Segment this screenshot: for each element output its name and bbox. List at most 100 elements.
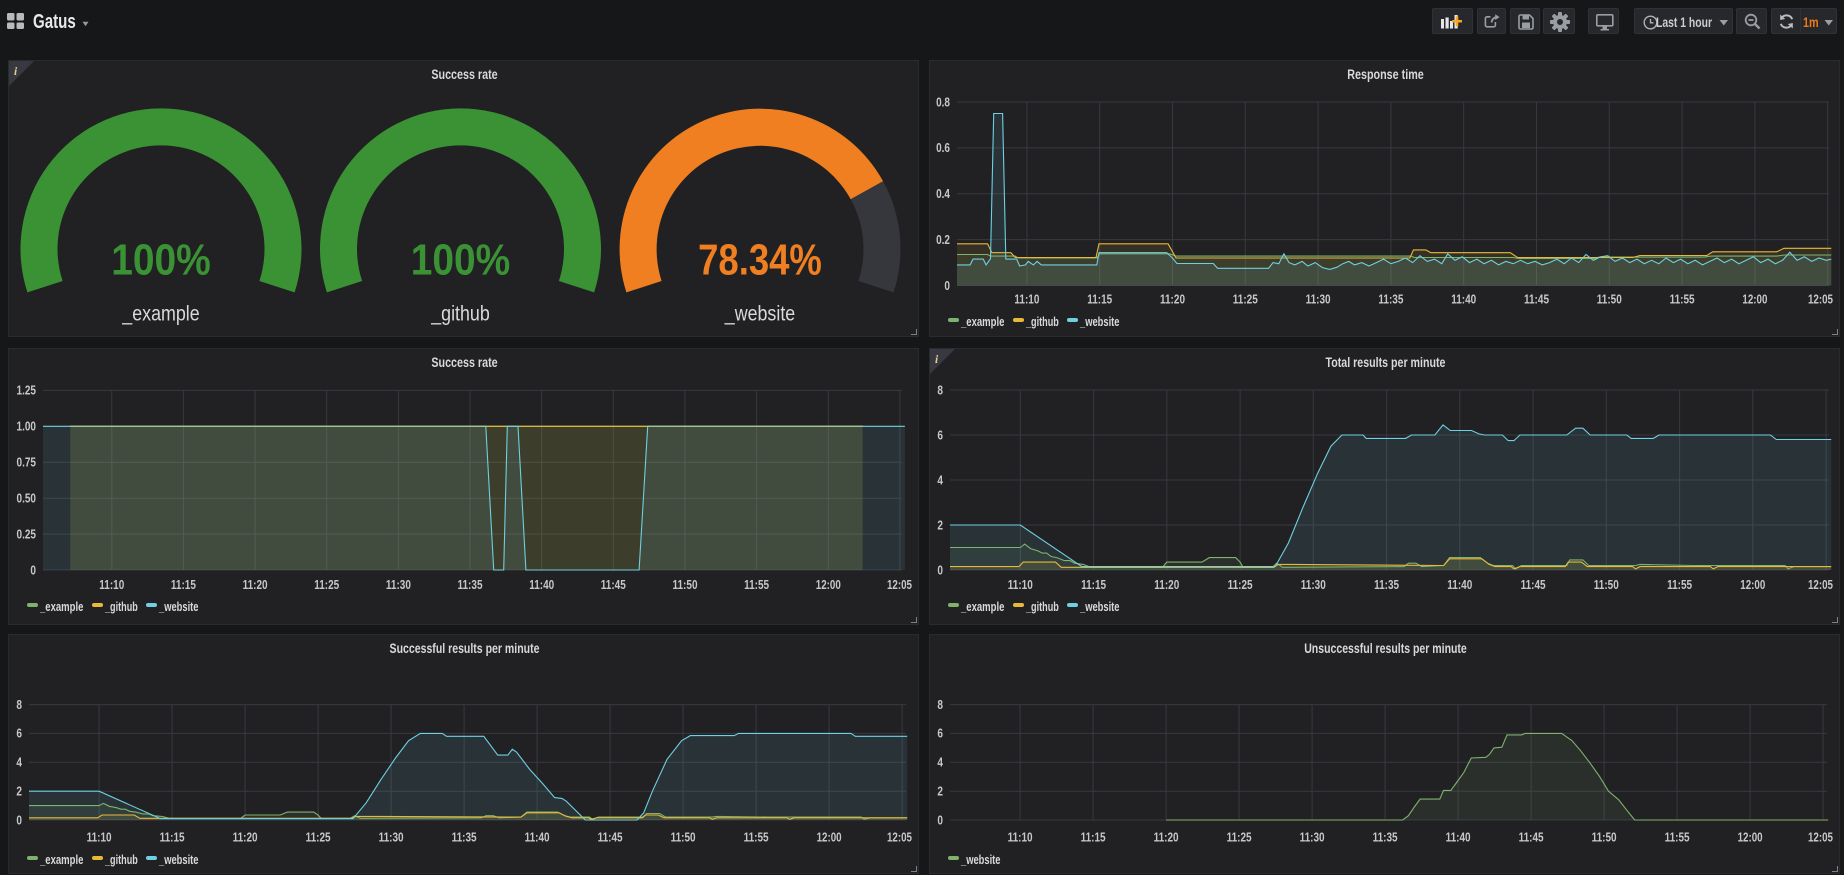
svg-text:_website: _website xyxy=(1079,315,1119,329)
svg-text:_website: _website xyxy=(158,600,198,614)
svg-text:11:25: 11:25 xyxy=(306,831,331,845)
svg-text:0.50: 0.50 xyxy=(17,492,37,506)
svg-text:11:10: 11:10 xyxy=(1008,578,1033,592)
svg-text:11:20: 11:20 xyxy=(1154,578,1179,592)
svg-text:0: 0 xyxy=(937,563,943,577)
svg-text:11:45: 11:45 xyxy=(1519,831,1544,845)
svg-text:11:10: 11:10 xyxy=(87,831,112,845)
svg-text:_github: _github xyxy=(1025,600,1059,614)
svg-text:11:40: 11:40 xyxy=(1446,831,1471,845)
svg-text:11:45: 11:45 xyxy=(1521,578,1546,592)
svg-text:11:15: 11:15 xyxy=(1081,831,1106,845)
svg-text:12:00: 12:00 xyxy=(816,578,841,592)
svg-text:11:35: 11:35 xyxy=(452,831,477,845)
svg-text:12:00: 12:00 xyxy=(1742,293,1767,307)
svg-text:4: 4 xyxy=(937,473,943,487)
svg-text:_github: _github xyxy=(430,303,489,326)
svg-text:1.25: 1.25 xyxy=(17,384,37,398)
svg-text:12:05: 12:05 xyxy=(1808,293,1833,307)
svg-text:11:25: 11:25 xyxy=(1233,293,1258,307)
svg-text:11:20: 11:20 xyxy=(243,578,268,592)
svg-text:11:15: 11:15 xyxy=(171,578,196,592)
svg-text:11:15: 11:15 xyxy=(160,831,185,845)
svg-text:_website: _website xyxy=(724,303,795,326)
svg-text:_website: _website xyxy=(1079,600,1119,614)
svg-text:2: 2 xyxy=(16,785,22,799)
svg-text:100%: 100% xyxy=(411,236,511,285)
svg-text:11:25: 11:25 xyxy=(1227,831,1252,845)
svg-text:11:10: 11:10 xyxy=(1008,831,1033,845)
svg-text:8: 8 xyxy=(937,698,943,712)
svg-text:11:50: 11:50 xyxy=(1592,831,1617,845)
svg-text:0.6: 0.6 xyxy=(936,141,950,155)
svg-text:78.34%: 78.34% xyxy=(698,236,822,285)
svg-text:11:20: 11:20 xyxy=(1160,293,1185,307)
svg-text:_github: _github xyxy=(1025,315,1059,329)
svg-text:11:30: 11:30 xyxy=(379,831,404,845)
svg-text:Gatus: Gatus xyxy=(33,11,76,33)
svg-text:Successful results per minute: Successful results per minute xyxy=(390,641,540,656)
svg-text:12:05: 12:05 xyxy=(1808,831,1833,845)
svg-text:8: 8 xyxy=(937,383,943,397)
svg-text:2: 2 xyxy=(937,785,943,799)
svg-text:11:35: 11:35 xyxy=(458,578,483,592)
svg-text:11:50: 11:50 xyxy=(673,578,698,592)
svg-text:11:50: 11:50 xyxy=(1594,578,1619,592)
svg-text:11:45: 11:45 xyxy=(601,578,626,592)
svg-text:11:15: 11:15 xyxy=(1081,578,1106,592)
svg-text:12:05: 12:05 xyxy=(887,831,912,845)
svg-text:11:10: 11:10 xyxy=(1014,293,1039,307)
svg-text:12:05: 12:05 xyxy=(887,578,912,592)
svg-text:11:30: 11:30 xyxy=(1300,831,1325,845)
svg-text:11:35: 11:35 xyxy=(1373,831,1398,845)
svg-text:11:15: 11:15 xyxy=(1087,293,1112,307)
svg-text:11:10: 11:10 xyxy=(99,578,124,592)
svg-text:11:25: 11:25 xyxy=(314,578,339,592)
svg-text:_example: _example xyxy=(39,600,83,614)
svg-text:0.75: 0.75 xyxy=(17,456,37,470)
svg-text:11:45: 11:45 xyxy=(598,831,623,845)
svg-text:0.25: 0.25 xyxy=(17,527,37,541)
svg-text:Response time: Response time xyxy=(1347,67,1424,82)
svg-text:_example: _example xyxy=(960,600,1004,614)
svg-text:6: 6 xyxy=(937,428,943,442)
svg-text:11:45: 11:45 xyxy=(1524,293,1549,307)
svg-text:Success rate: Success rate xyxy=(431,67,498,82)
svg-text:0.2: 0.2 xyxy=(936,233,950,247)
svg-text:_example: _example xyxy=(960,315,1004,329)
svg-text:11:20: 11:20 xyxy=(1154,831,1179,845)
svg-text:Unsuccessful results per minut: Unsuccessful results per minute xyxy=(1304,641,1467,656)
svg-text:0.8: 0.8 xyxy=(936,95,950,109)
svg-text:8: 8 xyxy=(16,698,22,712)
svg-text:0: 0 xyxy=(937,813,943,827)
svg-text:12:00: 12:00 xyxy=(1740,578,1765,592)
svg-text:2: 2 xyxy=(937,518,943,532)
svg-text:100%: 100% xyxy=(111,236,211,285)
svg-text:_website: _website xyxy=(158,853,198,867)
svg-text:12:05: 12:05 xyxy=(1808,578,1833,592)
svg-text:1m: 1m xyxy=(1803,14,1819,30)
svg-text:1.00: 1.00 xyxy=(17,420,37,434)
svg-text:11:25: 11:25 xyxy=(1228,578,1253,592)
svg-text:0: 0 xyxy=(16,813,22,827)
svg-text:11:40: 11:40 xyxy=(529,578,554,592)
svg-text:12:00: 12:00 xyxy=(1738,831,1763,845)
svg-text:11:50: 11:50 xyxy=(671,831,696,845)
svg-text:_website: _website xyxy=(960,853,1000,867)
svg-text:0.4: 0.4 xyxy=(936,187,950,201)
svg-text:11:55: 11:55 xyxy=(744,831,769,845)
svg-text:11:30: 11:30 xyxy=(386,578,411,592)
svg-text:4: 4 xyxy=(16,756,22,770)
svg-text:11:35: 11:35 xyxy=(1378,293,1403,307)
svg-text:11:30: 11:30 xyxy=(1301,578,1326,592)
svg-text:Total results per minute: Total results per minute xyxy=(1326,355,1446,370)
svg-text:_github: _github xyxy=(104,853,138,867)
svg-text:0: 0 xyxy=(944,279,950,293)
svg-text:11:55: 11:55 xyxy=(1670,293,1695,307)
svg-text:11:55: 11:55 xyxy=(744,578,769,592)
svg-text:11:50: 11:50 xyxy=(1597,293,1622,307)
svg-text:11:35: 11:35 xyxy=(1374,578,1399,592)
svg-text:11:40: 11:40 xyxy=(1447,578,1472,592)
svg-text:11:40: 11:40 xyxy=(525,831,550,845)
svg-text:11:30: 11:30 xyxy=(1306,293,1331,307)
